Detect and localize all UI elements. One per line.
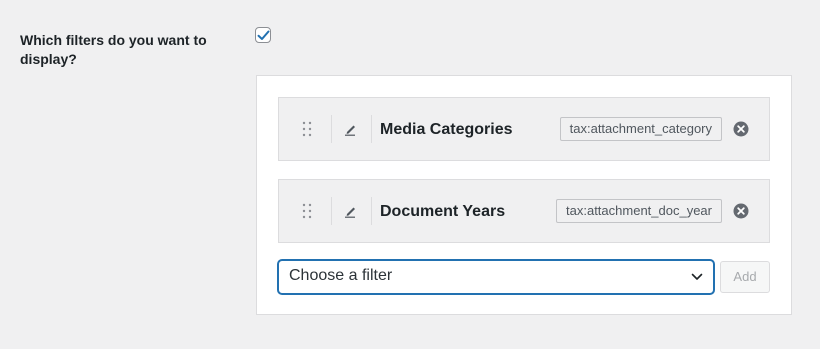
chevron-down-icon bbox=[690, 270, 704, 284]
divider bbox=[371, 115, 372, 143]
remove-filter-button[interactable] bbox=[733, 203, 749, 219]
taxonomy-badge: tax:attachment_category bbox=[559, 117, 722, 141]
divider bbox=[371, 197, 372, 225]
filter-name: Document Years bbox=[380, 203, 506, 220]
pencil-icon[interactable] bbox=[341, 202, 359, 220]
setting-label: Which filters do you want to display? bbox=[20, 32, 207, 67]
filter-row: Document Years tax:attachment_doc_year bbox=[278, 179, 770, 243]
pencil-icon[interactable] bbox=[341, 120, 359, 138]
taxonomy-badge: tax:attachment_doc_year bbox=[556, 199, 722, 223]
remove-filter-button[interactable] bbox=[733, 121, 749, 137]
divider bbox=[331, 197, 332, 225]
filter-name: Media Categories bbox=[380, 121, 513, 138]
filter-select-value: Choose a filter bbox=[289, 267, 393, 284]
display-filters-checkbox[interactable] bbox=[255, 27, 271, 43]
divider bbox=[331, 115, 332, 143]
filter-select[interactable]: Choose a filter bbox=[278, 260, 714, 294]
remove-circle-icon bbox=[733, 121, 749, 137]
remove-circle-icon bbox=[733, 203, 749, 219]
drag-handle-icon[interactable] bbox=[301, 119, 313, 139]
filter-row: Media Categories tax:attachment_category bbox=[278, 97, 770, 161]
drag-handle-icon[interactable] bbox=[301, 201, 313, 221]
filters-panel: Media Categories tax:attachment_category bbox=[256, 75, 792, 315]
checkmark-icon bbox=[257, 30, 269, 40]
add-filter-button[interactable]: Add bbox=[720, 261, 770, 293]
